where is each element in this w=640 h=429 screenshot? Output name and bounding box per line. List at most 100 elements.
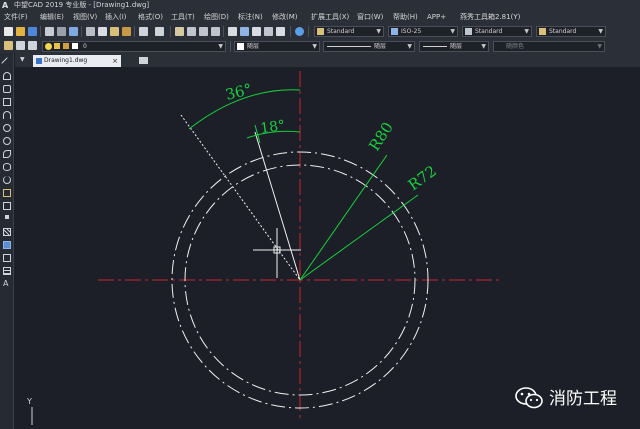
dotted-angle-line-36[interactable] bbox=[180, 114, 301, 281]
menu-app-plus[interactable]: APP+ bbox=[427, 11, 446, 24]
undo-icon[interactable] bbox=[139, 27, 148, 36]
new-file-icon[interactable] bbox=[4, 27, 13, 36]
table-tool-icon[interactable] bbox=[3, 267, 11, 275]
properties-icon[interactable] bbox=[228, 27, 237, 36]
zoom-previous-icon[interactable] bbox=[211, 27, 220, 36]
table-style-select[interactable]: Standard ▼ bbox=[462, 26, 532, 37]
tab-menu-icon[interactable]: ▼ bbox=[20, 56, 25, 63]
radius-label-r80[interactable]: R80 bbox=[365, 119, 397, 154]
make-block-icon[interactable] bbox=[3, 202, 11, 210]
match-properties-icon[interactable] bbox=[122, 27, 131, 36]
menu-insert[interactable]: 插入(I) bbox=[105, 11, 127, 24]
rectangle-tool-icon[interactable] bbox=[3, 98, 11, 106]
text-style-select[interactable]: Standard ▼ bbox=[314, 26, 384, 37]
cad-application: A 中望CAD 2019 专业版 - [Drawing1.dwg] 文件(F) … bbox=[0, 0, 640, 429]
menu-window[interactable]: 窗口(W) bbox=[357, 11, 383, 24]
drawing-svg[interactable]: 36° 18° R80 R72 Y bbox=[15, 67, 640, 429]
polygon-tool-icon[interactable] bbox=[3, 85, 11, 93]
gradient-tool-icon[interactable] bbox=[3, 241, 11, 249]
menu-extended-tools[interactable]: 扩展工具(X) bbox=[311, 11, 349, 24]
lineweight-sample bbox=[423, 46, 447, 47]
menu-view[interactable]: 视图(V) bbox=[73, 11, 97, 24]
text-style-icon bbox=[317, 28, 324, 35]
menu-tools[interactable]: 工具(T) bbox=[171, 11, 195, 24]
layer-state-icon[interactable] bbox=[16, 41, 25, 50]
radius-dimension-line-r72[interactable] bbox=[299, 194, 419, 281]
linetype-value: 随层 bbox=[374, 43, 387, 50]
point-tool-icon[interactable] bbox=[5, 215, 9, 219]
document-icon bbox=[36, 58, 42, 64]
menu-modify[interactable]: 修改(M) bbox=[272, 11, 298, 24]
text-style-value: Standard bbox=[327, 28, 355, 35]
layer-select[interactable]: 0 ▼ bbox=[42, 41, 226, 52]
lightbulb-icon bbox=[45, 43, 52, 50]
save-icon[interactable] bbox=[28, 27, 37, 36]
menu-file[interactable]: 文件(F) bbox=[4, 11, 28, 24]
multileader-style-select[interactable]: Standard ▼ bbox=[536, 26, 606, 37]
chevron-down-icon: ▼ bbox=[407, 43, 412, 50]
draw-toolbar: A bbox=[0, 53, 14, 429]
menu-help[interactable]: 帮助(H) bbox=[393, 11, 418, 24]
radius-label-r72[interactable]: R72 bbox=[405, 162, 440, 194]
linetype-control-select[interactable]: 随层 ▼ bbox=[323, 41, 415, 52]
tab-drawing1[interactable]: Drawing1.dwg × bbox=[33, 55, 121, 67]
dimension-style-value: ISO-25 bbox=[401, 28, 422, 35]
chevron-down-icon: ▼ bbox=[450, 28, 455, 35]
block-editor-icon[interactable] bbox=[276, 27, 285, 36]
design-center-icon[interactable] bbox=[240, 27, 249, 36]
ellipse-tool-icon[interactable] bbox=[3, 163, 11, 171]
layer-manager-icon[interactable] bbox=[4, 41, 13, 50]
color-control-select[interactable]: 随层 ▼ bbox=[234, 41, 320, 52]
document-tab-strip: ▼ Drawing1.dwg × bbox=[15, 53, 640, 67]
ellipse-arc-tool-icon[interactable] bbox=[3, 176, 11, 184]
menu-bar: 文件(F) 编辑(E) 视图(V) 插入(I) 格式(O) 工具(T) 绘图(D… bbox=[0, 11, 640, 24]
spline-tool-icon[interactable] bbox=[3, 150, 11, 158]
help-globe-icon[interactable] bbox=[295, 27, 304, 36]
angle-label-36[interactable]: 36° bbox=[224, 80, 254, 104]
copy-icon[interactable] bbox=[98, 27, 107, 36]
revision-cloud-icon[interactable] bbox=[3, 137, 11, 145]
calculator-icon[interactable] bbox=[264, 27, 273, 36]
new-tab-icon[interactable] bbox=[139, 57, 148, 64]
pan-hand-icon[interactable] bbox=[175, 27, 184, 36]
close-icon[interactable]: × bbox=[112, 55, 118, 67]
polyline-tool-icon[interactable] bbox=[3, 72, 11, 80]
menu-edit[interactable]: 编辑(E) bbox=[40, 11, 64, 24]
lock-icon bbox=[63, 43, 69, 49]
paste-icon[interactable] bbox=[110, 27, 119, 36]
lineweight-control-select[interactable]: 随层 ▼ bbox=[419, 41, 489, 52]
ucs-icon: Y bbox=[26, 397, 33, 425]
angle-label-18[interactable]: 18° bbox=[259, 118, 286, 137]
dimension-style-select[interactable]: ISO-25 ▼ bbox=[388, 26, 458, 37]
open-folder-icon[interactable] bbox=[16, 27, 25, 36]
publish-icon[interactable] bbox=[69, 27, 78, 36]
plot-style-select[interactable]: 随颜色 ▼ bbox=[493, 41, 605, 52]
chevron-down-icon: ▼ bbox=[376, 28, 381, 35]
menu-format[interactable]: 格式(O) bbox=[138, 11, 163, 24]
menu-draw[interactable]: 绘图(D) bbox=[204, 11, 229, 24]
redo-icon[interactable] bbox=[155, 27, 164, 36]
drawing-canvas[interactable]: 36° 18° R80 R72 Y bbox=[15, 67, 640, 429]
zoom-window-icon[interactable] bbox=[199, 27, 208, 36]
layer-previous-icon[interactable] bbox=[28, 41, 37, 50]
hatch-tool-icon[interactable] bbox=[3, 228, 11, 236]
line-tool-icon[interactable] bbox=[1, 57, 13, 69]
crosshair-cursor bbox=[253, 228, 301, 278]
plot-preview-icon[interactable] bbox=[57, 27, 66, 36]
menu-dimension[interactable]: 标注(N) bbox=[238, 11, 263, 24]
ucs-y-label: Y bbox=[26, 397, 32, 406]
circle-tool-icon[interactable] bbox=[3, 124, 11, 132]
insert-block-icon[interactable] bbox=[3, 189, 11, 197]
toolbar-separator bbox=[230, 41, 231, 52]
print-icon[interactable] bbox=[45, 27, 54, 36]
multiline-text-icon[interactable]: A bbox=[3, 280, 11, 288]
cut-icon[interactable] bbox=[86, 27, 95, 36]
arc-tool-icon[interactable] bbox=[3, 111, 11, 119]
plot-style-value: 随颜色 bbox=[506, 43, 525, 50]
table-style-value: Standard bbox=[475, 28, 503, 35]
region-tool-icon[interactable] bbox=[3, 254, 11, 262]
chevron-down-icon: ▼ bbox=[524, 28, 529, 35]
menu-yanxiu-toolbox[interactable]: 燕秀工具箱2.81(Y) bbox=[460, 11, 520, 24]
zoom-realtime-icon[interactable] bbox=[187, 27, 196, 36]
tool-palettes-icon[interactable] bbox=[252, 27, 261, 36]
